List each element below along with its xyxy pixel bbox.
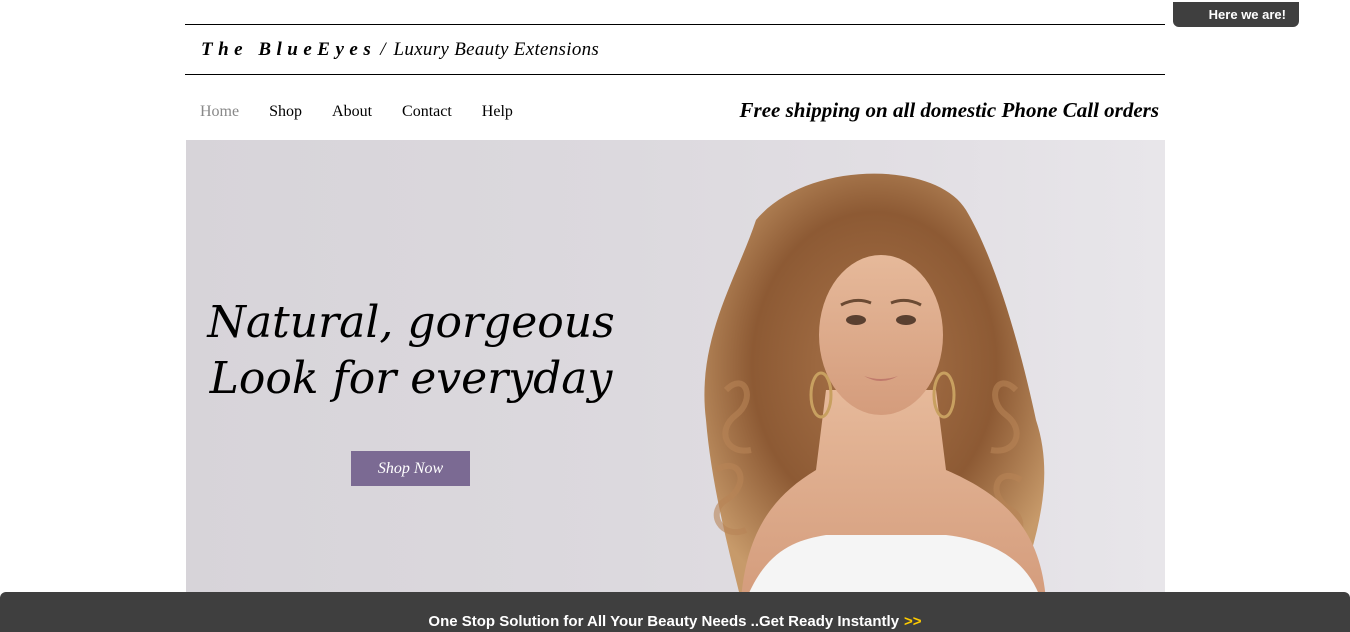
free-shipping-banner: Free shipping on all domestic Phone Call… xyxy=(739,98,1159,122)
site-header: The BlueEyes / Luxury Beauty Extensions xyxy=(185,25,1165,75)
bottom-promo-text: One Stop Solution for All Your Beauty Ne… xyxy=(428,612,900,630)
main-nav: Home Shop About Contact Help xyxy=(185,100,528,126)
nav-item-help[interactable]: Help xyxy=(482,100,513,126)
brand[interactable]: The BlueEyes / Luxury Beauty Extensions xyxy=(201,39,599,61)
brand-separator: / xyxy=(380,39,386,60)
nav-item-about[interactable]: About xyxy=(332,100,372,126)
hero-headline-line-1: Natural, gorgeous xyxy=(207,297,615,348)
here-we-are-tab[interactable]: Here we are! xyxy=(1173,2,1299,27)
nav-item-home[interactable]: Home xyxy=(200,100,239,126)
nav-item-shop[interactable]: Shop xyxy=(269,100,302,126)
brand-tagline: Luxury Beauty Extensions xyxy=(393,39,600,60)
hero-banner: Natural, gorgeous Look for everyday Shop… xyxy=(186,140,1165,600)
bottom-promo-bar[interactable]: One Stop Solution for All Your Beauty Ne… xyxy=(0,592,1350,632)
shop-now-button[interactable]: Shop Now xyxy=(351,451,470,486)
brand-name: The BlueEyes xyxy=(201,39,377,60)
hero-headline-line-2: Look for everyday xyxy=(209,353,613,404)
double-arrow-icon: >> xyxy=(904,612,922,630)
hero-headline: Natural, gorgeous Look for everyday xyxy=(186,295,636,407)
nav-item-contact[interactable]: Contact xyxy=(402,100,452,126)
model-photo xyxy=(704,173,1046,600)
